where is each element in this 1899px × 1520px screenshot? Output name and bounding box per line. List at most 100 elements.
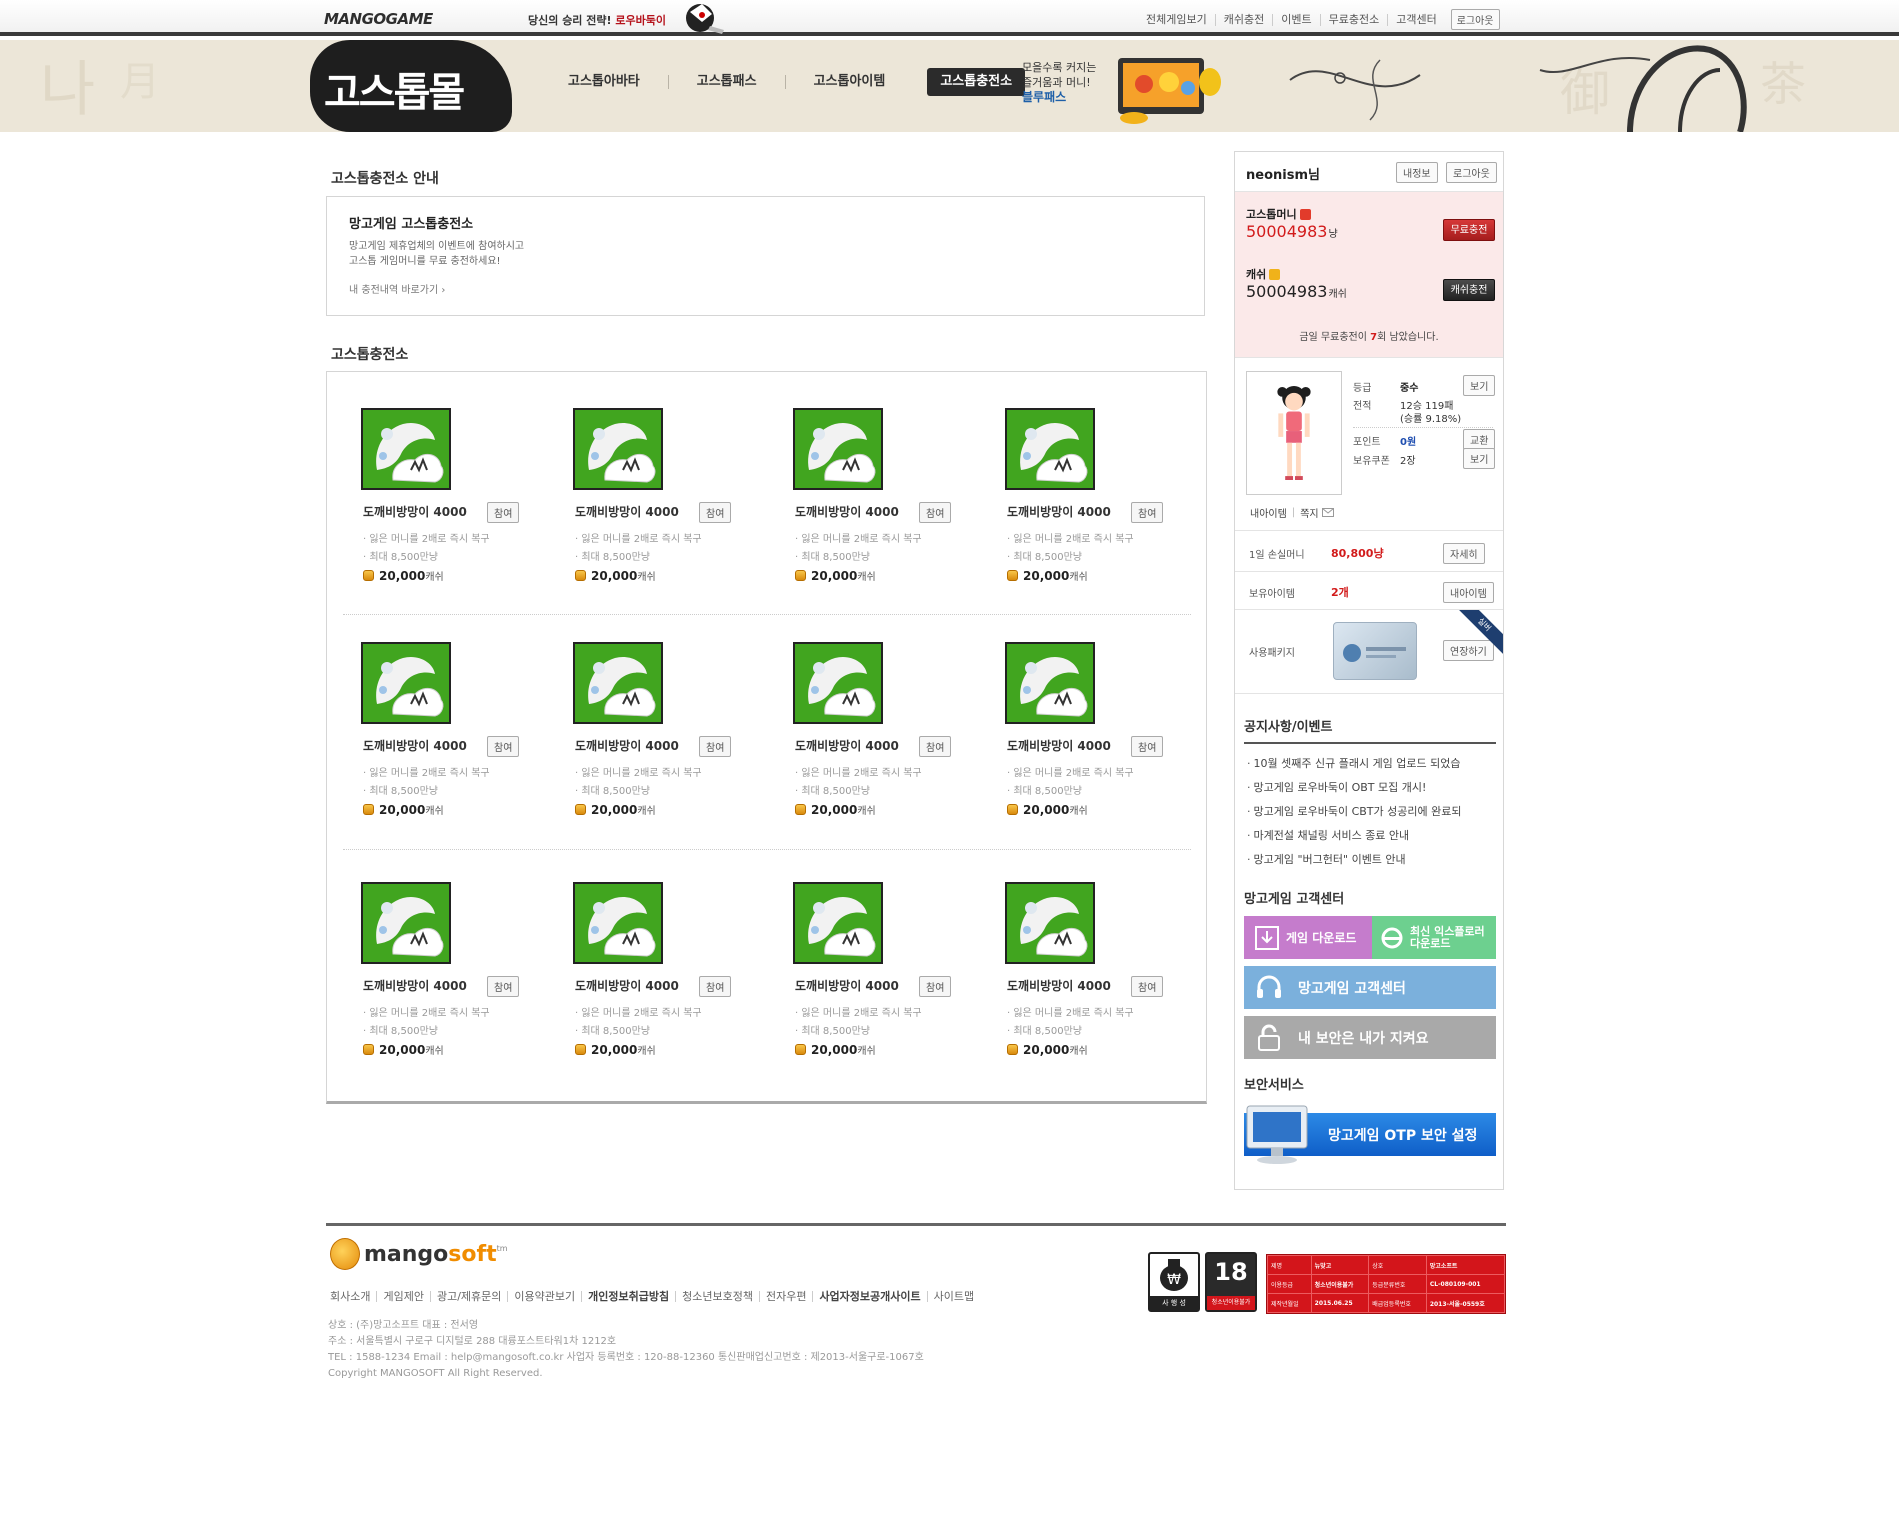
item-thumbnail[interactable] <box>361 882 451 964</box>
join-button[interactable]: 참여 <box>487 976 520 997</box>
my-items-button[interactable]: 내아이템 <box>1443 582 1494 603</box>
promo-game[interactable]: 로우바둑이 <box>615 14 666 27</box>
age-rating-badge: 18 청소년이용불가 <box>1205 1252 1257 1312</box>
join-button[interactable]: 참여 <box>699 502 732 523</box>
footer-link-youth[interactable]: 청소년보호정책 <box>675 1291 759 1302</box>
package-card-art <box>1343 644 1406 662</box>
item-thumbnail[interactable] <box>1005 408 1095 490</box>
join-button[interactable]: 참여 <box>1131 976 1164 997</box>
notice-item[interactable]: 마계전설 채널링 서비스 종료 안내 <box>1247 827 1499 851</box>
join-button[interactable]: 참여 <box>487 502 520 523</box>
rating-cell: 망고소프트 <box>1425 1255 1506 1275</box>
user-header: neonism님 내정보 로그아웃 <box>1235 152 1503 192</box>
join-button[interactable]: 참여 <box>487 736 520 757</box>
item-thumbnail[interactable] <box>1005 642 1095 724</box>
topnav-cash-charge[interactable]: 캐쉬충전 <box>1214 13 1272 26</box>
gostop-mall-logo[interactable]: 고스톱몰 <box>310 40 512 132</box>
join-button[interactable]: 참여 <box>919 976 952 997</box>
mangosoft-logo[interactable]: mango soft tm <box>330 1238 508 1270</box>
item-price-value: 20,000 <box>1023 568 1070 583</box>
item-thumbnail[interactable] <box>573 642 663 724</box>
charge-history-link[interactable]: 내 충전내역 바로가기 › <box>349 281 445 296</box>
join-button[interactable]: 참여 <box>919 502 952 523</box>
bluepass-name: 블루패스 <box>1022 90 1067 104</box>
item-price: 20,000 캐쉬 <box>363 568 444 583</box>
guide-box: 망고게임 고스톱충전소 망고게임 제휴업체의 이벤트에 참여하시고 고스톱 게임… <box>326 196 1205 316</box>
my-item-link[interactable]: 내아이템 <box>1250 505 1287 520</box>
footer-link-game-proposal[interactable]: 게임제안 <box>376 1291 429 1302</box>
footer-link-email[interactable]: 전자우편 <box>758 1291 812 1302</box>
record-winrate: (승률 9.18%) <box>1400 414 1462 425</box>
notice-item[interactable]: 망고게임 "버그헌터" 이벤트 안내 <box>1247 851 1499 875</box>
mallnav-avatar[interactable]: 고스톱아바타 <box>540 75 668 89</box>
cash-charge-button[interactable]: 캐쉬충전 <box>1443 279 1495 301</box>
join-button[interactable]: 참여 <box>1131 502 1164 523</box>
silver-package-card[interactable] <box>1333 622 1417 680</box>
charge-item-card: 도깨비방망이 4000 참여 · 잃은 머니를 2배로 즉시 복구 · 최대 8,50… <box>793 882 993 1077</box>
gostop-money-unit: 냥 <box>1328 229 1338 240</box>
avatar[interactable] <box>1246 371 1342 495</box>
item-desc-restore: · 잃은 머니를 2배로 즉시 복구 <box>1007 534 1134 545</box>
footer-link-ad[interactable]: 광고/제휴문의 <box>429 1291 507 1302</box>
join-button[interactable]: 참여 <box>1131 736 1164 757</box>
join-button[interactable]: 참여 <box>699 736 732 757</box>
mangogame-logo[interactable]: MANGOGAME <box>324 10 433 28</box>
notice-item[interactable]: 망고게임 로우바둑이 OBT 모집 개시! <box>1247 779 1499 803</box>
item-thumbnail[interactable] <box>361 642 451 724</box>
topnav-all-games[interactable]: 전체게임보기 <box>1138 13 1215 26</box>
footer-link-sitemap[interactable]: 사이트맵 <box>926 1291 980 1302</box>
memo-link[interactable]: 쪽지 <box>1300 505 1318 520</box>
package-label: 사용패키지 <box>1249 648 1295 659</box>
item-thumbnail[interactable] <box>573 408 663 490</box>
point-exchange-button[interactable]: 교환 <box>1463 429 1496 450</box>
item-thumbnail[interactable] <box>793 642 883 724</box>
item-thumbnail[interactable] <box>793 882 883 964</box>
coupon-view-button[interactable]: 보기 <box>1463 448 1496 469</box>
footer-link-business-info[interactable]: 사업자정보공개사이트 <box>812 1291 926 1302</box>
sidebar-logout-button[interactable]: 로그아웃 <box>1446 162 1497 183</box>
my-info-button[interactable]: 내정보 <box>1396 162 1438 183</box>
bluepass-tv-art[interactable] <box>1114 52 1224 126</box>
rating-cell: 등급분류번호 <box>1368 1274 1427 1294</box>
item-thumbnail[interactable] <box>1005 882 1095 964</box>
game-download-banner[interactable]: 게임 다운로드 <box>1244 916 1372 959</box>
mallnav-item[interactable]: 고스톱아이템 <box>784 75 914 89</box>
topnav-customer-center[interactable]: 고객센터 <box>1387 13 1444 26</box>
age-rating-label: 청소년이용불가 <box>1207 1296 1255 1310</box>
cash-coin-icon <box>795 570 806 581</box>
item-thumbnail[interactable] <box>793 408 883 490</box>
item-price-value: 20,000 <box>1023 1042 1070 1057</box>
notice-item[interactable]: 10월 셋째주 신규 플래시 게임 업로드 되었습 <box>1247 755 1499 779</box>
daily-loss-detail-button[interactable]: 자세히 <box>1443 543 1485 564</box>
ie-download-banner[interactable]: 최신 익스플로러 다운로드 <box>1372 916 1496 959</box>
item-price-unit: 캐쉬 <box>637 806 656 817</box>
bluepass-promo[interactable]: 모을수록 커지는 즐거움과 머니! 블루패스 <box>1022 60 1096 105</box>
grade-view-button[interactable]: 보기 <box>1463 375 1496 396</box>
footer-nav: 회사소개 게임제안 광고/제휴문의 이용약관보기 개인정보취급방침 청소년보호정… <box>330 1291 980 1302</box>
item-thumbnail[interactable] <box>361 408 451 490</box>
security-banner[interactable]: 내 보안은 내가 지켜요 <box>1244 1016 1496 1059</box>
join-button[interactable]: 참여 <box>919 736 952 757</box>
customer-center-banner[interactable]: 망고게임 고객센터 <box>1244 966 1496 1009</box>
item-thumbnail[interactable] <box>573 882 663 964</box>
join-button[interactable]: 참여 <box>699 976 732 997</box>
free-charge-button[interactable]: 무료충전 <box>1443 219 1495 241</box>
footer-link-terms[interactable]: 이용약관보기 <box>507 1291 581 1302</box>
item-name: 도깨비방망이 4000 <box>795 739 899 753</box>
footer-link-privacy[interactable]: 개인정보취급방침 <box>581 1291 675 1302</box>
top-logout-button[interactable]: 로그아웃 <box>1450 9 1500 30</box>
footer-link-company[interactable]: 회사소개 <box>330 1291 376 1302</box>
item-price-unit: 캐쉬 <box>1069 572 1088 583</box>
owned-items-value: 2개 <box>1331 586 1349 599</box>
mallnav-pass[interactable]: 고스톱패스 <box>667 75 785 89</box>
item-price-unit: 캐쉬 <box>857 572 876 583</box>
topnav-event[interactable]: 이벤트 <box>1272 13 1319 26</box>
rating-cell: 2015.06.25 <box>1310 1293 1370 1313</box>
item-desc-max: · 최대 8,500만냥 <box>1007 786 1082 797</box>
mallnav-charge-station[interactable]: 고스톱충전소 <box>927 68 1026 96</box>
top-promo[interactable]: 당신의 승리 전략! 로우바둑이 <box>528 12 666 28</box>
bluepass-line2: 즐거움과 머니! <box>1022 76 1091 89</box>
item-price-unit: 캐쉬 <box>857 1046 876 1057</box>
topnav-free-charge[interactable]: 무료충전소 <box>1319 13 1388 26</box>
notice-item[interactable]: 망고게임 로우바둑이 CBT가 성공리에 완료되 <box>1247 803 1499 827</box>
